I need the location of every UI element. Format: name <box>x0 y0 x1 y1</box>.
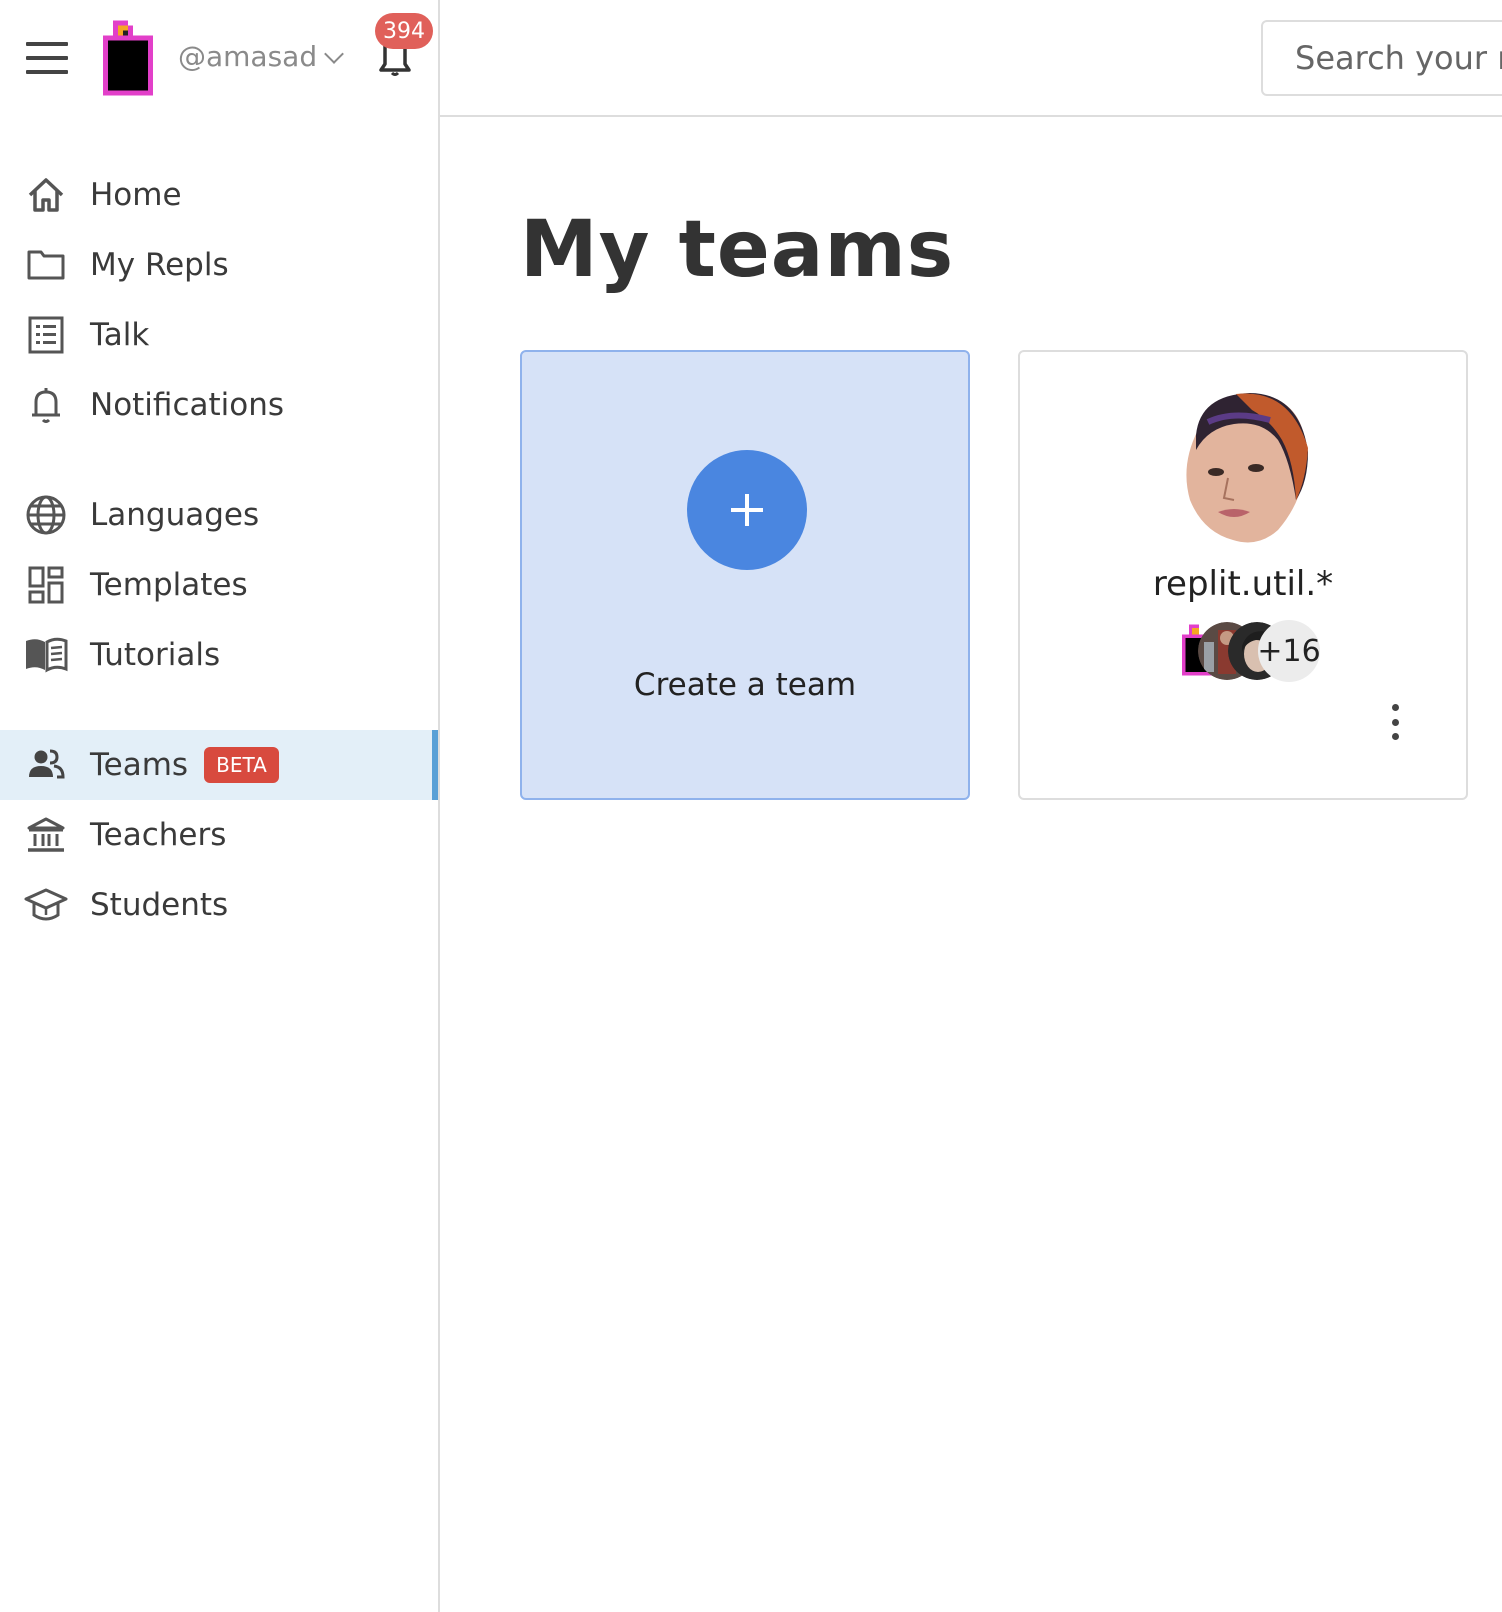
hamburger-menu-icon[interactable] <box>26 42 68 74</box>
sidebar-item-languages[interactable]: Languages <box>0 480 438 550</box>
sidebar-item-label: Templates <box>90 567 248 603</box>
nav-primary: Home My Repls Talk Notifications <box>0 160 438 440</box>
institution-icon <box>24 813 68 857</box>
sidebar-item-teams[interactable]: Teams BETA <box>0 730 438 800</box>
sidebar-item-label: Home <box>90 177 182 213</box>
team-avatar <box>1186 393 1308 543</box>
chevron-down-icon <box>324 43 345 64</box>
sidebar-item-notifications[interactable]: Notifications <box>0 370 438 440</box>
team-members: +16 <box>1182 620 1322 682</box>
sidebar-item-label: My Repls <box>90 247 229 283</box>
sidebar-item-label: Languages <box>90 497 260 533</box>
sidebar-item-my-repls[interactable]: My Repls <box>0 230 438 300</box>
people-icon <box>24 743 68 787</box>
user-avatar[interactable] <box>103 20 153 96</box>
team-card[interactable]: replit.util.* +16 <box>1018 350 1468 800</box>
dashboard-icon <box>24 563 68 607</box>
team-options-icon[interactable] <box>1380 702 1410 742</box>
sidebar-item-label: Students <box>90 887 229 923</box>
folder-icon <box>24 243 68 287</box>
team-name: replit.util.* <box>1152 564 1334 604</box>
search-input[interactable] <box>1261 20 1502 96</box>
sidebar: @amasad 394 Home My Repls Talk Notificat… <box>0 0 440 1612</box>
notification-count-badge: 394 <box>375 13 433 49</box>
sidebar-header: @amasad 394 <box>0 0 438 117</box>
username-label: @amasad <box>178 40 318 73</box>
home-icon <box>24 173 68 217</box>
globe-icon <box>24 493 68 537</box>
sidebar-item-tutorials[interactable]: Tutorials <box>0 620 438 690</box>
bell-icon <box>24 383 68 427</box>
sidebar-item-templates[interactable]: Templates <box>0 550 438 620</box>
top-bar <box>440 0 1502 117</box>
create-team-card[interactable]: Create a team <box>520 350 970 800</box>
sidebar-item-label: Notifications <box>90 387 285 423</box>
account-switcher[interactable]: @amasad <box>178 40 345 73</box>
page-title: My teams <box>520 205 955 295</box>
plus-icon <box>687 450 807 570</box>
more-members-count: +16 <box>1257 620 1321 682</box>
list-icon <box>24 313 68 357</box>
nav-community: Teams BETA Teachers Students <box>0 730 438 940</box>
book-icon <box>24 633 68 677</box>
create-team-label: Create a team <box>633 667 857 703</box>
sidebar-item-home[interactable]: Home <box>0 160 438 230</box>
sidebar-item-label: Talk <box>90 317 150 353</box>
beta-badge: BETA <box>204 747 279 783</box>
sidebar-item-label: Teachers <box>90 817 227 853</box>
sidebar-item-label: Tutorials <box>90 637 221 673</box>
sidebar-item-talk[interactable]: Talk <box>0 300 438 370</box>
nav-learn: Languages Templates Tutorials <box>0 480 438 690</box>
sidebar-item-label: Teams <box>90 747 189 783</box>
graduation-cap-icon <box>24 883 68 927</box>
sidebar-item-teachers[interactable]: Teachers <box>0 800 438 870</box>
sidebar-item-students[interactable]: Students <box>0 870 438 940</box>
